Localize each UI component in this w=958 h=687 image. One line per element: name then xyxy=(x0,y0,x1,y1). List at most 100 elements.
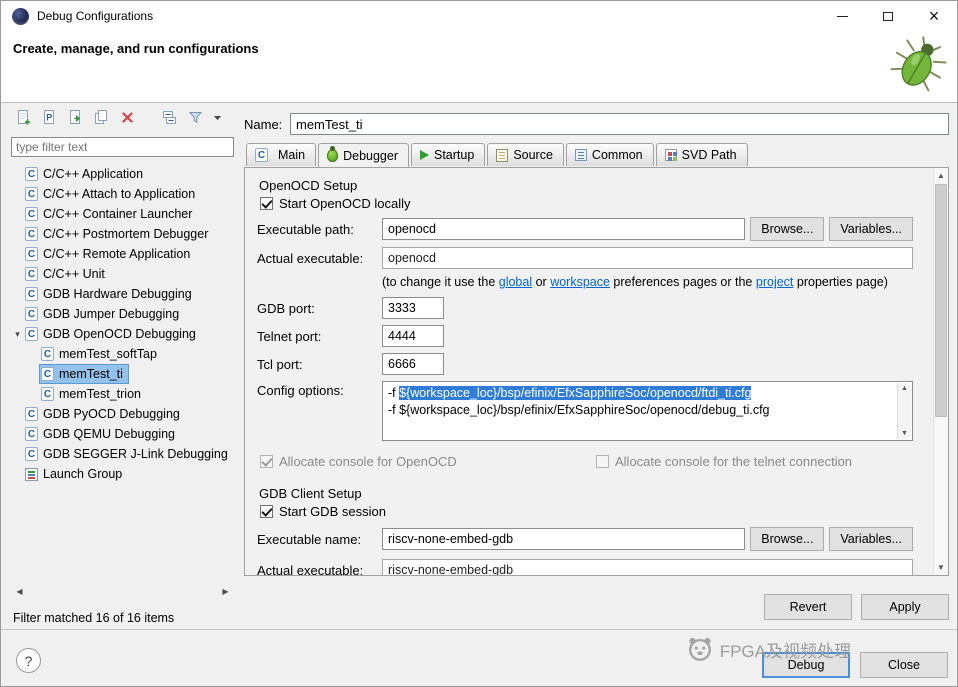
c-icon xyxy=(25,287,38,301)
tree-item-content[interactable]: GDB OpenOCD Debugging xyxy=(24,325,201,343)
start-gdb-session-checkbox[interactable] xyxy=(260,505,273,518)
browse-button-openocd[interactable]: Browse... xyxy=(750,217,824,241)
tree-item-content[interactable]: memTest_trion xyxy=(40,385,146,403)
tree-item-content[interactable]: C/C++ Postmortem Debugger xyxy=(24,225,213,243)
workspace-link[interactable]: workspace xyxy=(550,275,610,289)
config-options-textarea[interactable]: -f ${workspace_loc}/bsp/efinix/EfxSapphi… xyxy=(382,381,913,441)
tree-item-content[interactable]: GDB QEMU Debugging xyxy=(24,425,180,443)
c-icon xyxy=(25,307,38,321)
content-scrollbar[interactable]: ▲ ▼ xyxy=(933,168,948,575)
config-line-1: -f ${workspace_loc}/bsp/efinix/EfxSapphi… xyxy=(388,385,892,402)
c-icon xyxy=(25,267,38,281)
apply-button[interactable]: Apply xyxy=(861,594,949,620)
telnet-port-input[interactable] xyxy=(382,325,444,347)
tree-item-content[interactable]: GDB Jumper Debugging xyxy=(24,305,184,323)
tree-item-content[interactable]: C/C++ Container Launcher xyxy=(24,205,197,223)
scroll-up-arrow[interactable]: ▲ xyxy=(901,385,908,392)
gdb-port-input[interactable] xyxy=(382,297,444,319)
delete-icon[interactable] xyxy=(117,107,137,127)
dialog-header: Create, manage, and run configurations xyxy=(1,31,957,103)
tree-item-content[interactable]: C/C++ Attach to Application xyxy=(24,185,200,203)
tab-debugger[interactable]: Debugger xyxy=(318,143,409,167)
tab-source[interactable]: Source xyxy=(487,143,564,166)
filter-icon[interactable] xyxy=(185,107,205,127)
tcl-port-input[interactable] xyxy=(382,353,444,375)
tree-item-content[interactable]: memTest_softTap xyxy=(40,345,162,363)
tree-item-content[interactable]: GDB SEGGER J-Link Debugging xyxy=(24,445,233,463)
tree-item[interactable]: memTest_softTap xyxy=(27,344,234,364)
tree-item[interactable]: GDB SEGGER J-Link Debugging xyxy=(11,444,234,464)
name-input[interactable] xyxy=(290,113,949,135)
tree-item[interactable]: GDB Hardware Debugging xyxy=(11,284,234,304)
tree-item[interactable]: C/C++ Attach to Application xyxy=(11,184,234,204)
tree-item[interactable]: Launch Group xyxy=(11,464,234,484)
maximize-button[interactable] xyxy=(865,1,911,31)
tree-item[interactable]: C/C++ Postmortem Debugger xyxy=(11,224,234,244)
tree-item-content[interactable]: C/C++ Unit xyxy=(24,265,110,283)
variables-button-gdb[interactable]: Variables... xyxy=(829,527,913,551)
tree-item-content[interactable]: GDB PyOCD Debugging xyxy=(24,405,185,423)
export-configuration-icon[interactable] xyxy=(65,107,85,127)
start-openocd-checkbox[interactable] xyxy=(260,197,273,210)
tree-horizontal-scrollbar[interactable]: ◀ ▶ xyxy=(11,584,234,599)
window-title: Debug Configurations xyxy=(37,9,153,23)
filter-input[interactable] xyxy=(11,137,234,157)
view-menu-arrow-icon[interactable] xyxy=(211,107,223,127)
tree-item[interactable]: GDB Jumper Debugging xyxy=(11,304,234,324)
tab-svd-path[interactable]: SVD Path xyxy=(656,143,748,166)
debug-bug-logo xyxy=(887,35,949,97)
tree-item-content[interactable]: GDB Hardware Debugging xyxy=(24,285,197,303)
scroll-left-arrow[interactable]: ◀ xyxy=(11,584,28,599)
tree-item[interactable]: C/C++ Container Launcher xyxy=(11,204,234,224)
new-prototype-icon[interactable]: P xyxy=(39,107,59,127)
executable-name-input[interactable] xyxy=(382,528,745,550)
minimize-button[interactable] xyxy=(819,1,865,31)
config-scrollbar[interactable]: ▲ ▼ xyxy=(897,383,911,439)
c-icon xyxy=(25,227,38,241)
expander-icon[interactable]: ▾ xyxy=(11,329,24,340)
tree-item-content[interactable]: memTest_ti xyxy=(40,365,128,383)
close-icon: × xyxy=(929,7,940,25)
scrollbar-thumb[interactable] xyxy=(935,184,947,417)
maximize-icon xyxy=(883,12,893,21)
tab-common[interactable]: Common xyxy=(566,143,654,166)
variables-button-openocd[interactable]: Variables... xyxy=(829,217,913,241)
revert-button[interactable]: Revert xyxy=(764,594,852,620)
global-link[interactable]: global xyxy=(499,275,532,289)
collapse-all-icon[interactable] xyxy=(159,107,179,127)
browse-button-gdb[interactable]: Browse... xyxy=(750,527,824,551)
config-options-row: Config options: -f ${workspace_loc}/bsp/… xyxy=(257,381,913,441)
tree-item[interactable]: C/C++ Application xyxy=(11,164,234,184)
tree-item-label: GDB Hardware Debugging xyxy=(43,287,192,301)
close-button[interactable]: Close xyxy=(860,652,948,678)
gdb-port-label: GDB port: xyxy=(257,301,377,316)
executable-path-input[interactable] xyxy=(382,218,745,240)
tab-main[interactable]: Main xyxy=(246,143,316,166)
tree-item-content[interactable]: Launch Group xyxy=(24,465,127,483)
tree-item-content[interactable]: C/C++ Remote Application xyxy=(24,245,195,263)
tab-startup[interactable]: Startup xyxy=(411,143,485,166)
tree-item[interactable]: ▾GDB OpenOCD Debugging xyxy=(11,324,234,344)
titlebar-close-button[interactable]: × xyxy=(911,1,957,31)
help-button[interactable]: ? xyxy=(16,648,41,673)
scroll-down-arrow[interactable]: ▼ xyxy=(934,560,948,575)
tree-item-content[interactable]: C/C++ Application xyxy=(24,165,148,183)
c-icon xyxy=(25,427,38,441)
tree-item[interactable]: memTest_trion xyxy=(27,384,234,404)
scroll-down-arrow[interactable]: ▼ xyxy=(901,430,908,437)
tree-item[interactable]: C/C++ Remote Application xyxy=(11,244,234,264)
project-link[interactable]: project xyxy=(756,275,794,289)
tree-item[interactable]: memTest_ti xyxy=(27,364,234,384)
tree-item[interactable]: C/C++ Unit xyxy=(11,264,234,284)
tab-bar: MainDebuggerStartupSourceCommonSVD Path xyxy=(244,143,949,166)
sidebar: P C/C++ ApplicationC/C++ Attach to xyxy=(11,104,234,629)
tree-item[interactable]: GDB QEMU Debugging xyxy=(11,424,234,444)
scroll-up-arrow[interactable]: ▲ xyxy=(934,168,948,183)
tree-item[interactable]: GDB PyOCD Debugging xyxy=(11,404,234,424)
new-configuration-icon[interactable] xyxy=(13,107,33,127)
c-icon xyxy=(25,187,38,201)
scroll-right-arrow[interactable]: ▶ xyxy=(217,584,234,599)
titlebar[interactable]: Debug Configurations × xyxy=(1,1,957,31)
duplicate-icon[interactable] xyxy=(91,107,111,127)
watermark-text: FPGA及视频处理 xyxy=(720,637,851,662)
